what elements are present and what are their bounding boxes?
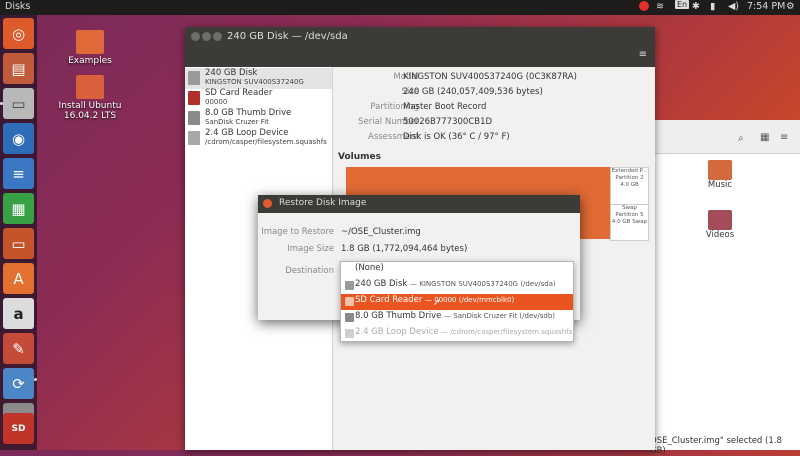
device-item-thumb-drive[interactable]: 8.0 GB Thumb Drive SanDisk Cruzer Fit [185, 108, 332, 129]
writer-icon[interactable]: ≡ [3, 158, 34, 189]
volume-swap-partition[interactable]: Swap Partition 5 4.0 GB Swap [610, 204, 649, 241]
status-text: OSE_Cluster.img" selected (1.8 GB) [650, 436, 782, 456]
dialog-titlebar: Restore Disk Image [258, 195, 580, 213]
close-icon[interactable] [263, 199, 272, 208]
size-value: 240 GB (240,057,409,536 bytes) [403, 87, 543, 97]
destination-option-240gb[interactable]: 240 GB Disk — KINGSTON SUV400S37240G (/d… [341, 278, 573, 294]
device-item-loop[interactable]: 2.4 GB Loop Device /cdrom/casper/filesys… [185, 128, 332, 149]
music-folder-icon [708, 160, 732, 180]
calc-icon[interactable]: ▦ [3, 193, 34, 224]
hard-disk-icon [345, 281, 354, 290]
menu-icon[interactable]: ≡ [639, 49, 647, 60]
volume-icon[interactable]: ◀) [728, 1, 739, 12]
bluetooth-icon[interactable]: ✱ [692, 1, 700, 12]
files-icon[interactable]: ▤ [3, 53, 34, 84]
files-window: ⌕ ▦ ≡ Music Videos OSE_Cluster.img" sele… [650, 120, 800, 456]
close-icon[interactable] [191, 32, 200, 41]
examples-desktop-icon[interactable]: Examples [60, 30, 120, 66]
impress-icon[interactable]: ▭ [3, 228, 34, 259]
loop-device-icon [188, 131, 200, 145]
system-settings-icon[interactable]: ✎ [3, 333, 34, 364]
search-icon[interactable]: ⌕ [738, 133, 744, 144]
top-panel: Disks ≋ En ✱ ▮ ◀) 7:54 PM ⚙ [0, 0, 800, 15]
image-size-label: Image Size [287, 244, 334, 254]
folder-icon [76, 30, 104, 54]
image-to-restore-label: Image to Restore [261, 227, 334, 237]
wifi-icon[interactable]: ≋ [656, 1, 664, 12]
software-center-icon[interactable]: A [3, 263, 34, 294]
image-to-restore-value[interactable]: ~/OSE_Cluster.img [341, 227, 421, 237]
model-value: KINGSTON SUV400S37240G (0C3K87RA) [403, 72, 577, 82]
maximize-icon[interactable] [213, 32, 222, 41]
gear-icon[interactable]: ⚙ [786, 1, 795, 12]
volumes-heading: Volumes [338, 152, 381, 162]
sd-card-icon [188, 91, 200, 105]
destination-option-sd-card[interactable]: SD Card Reader — 00000 (/dev/mmcblk0) ➚ [341, 294, 573, 310]
serial-value: 50026B777300CB1D [403, 117, 493, 127]
usb-drive-icon [345, 313, 354, 322]
partitioning-value: Master Boot Record [403, 102, 487, 112]
device-item-240gb[interactable]: 240 GB Disk KINGSTON SUV400S37240G [185, 68, 332, 89]
app-title: Disks [5, 1, 31, 12]
volume-extended-partition[interactable]: Extended P... Partition 2 4.0 GB [610, 167, 649, 205]
usb-drive-icon [188, 111, 200, 125]
destination-option-thumb-drive[interactable]: 8.0 GB Thumb Drive — SanDisk Cruzer Fit … [341, 310, 573, 326]
hard-disk-icon [188, 71, 200, 85]
install-ubuntu-desktop-icon[interactable]: Install Ubuntu 16.04.2 LTS [55, 75, 125, 121]
destination-option-none[interactable]: (None) [341, 262, 573, 278]
videos-folder[interactable]: Videos [700, 210, 740, 240]
destination-option-loop: 2.4 GB Loop Device — /cdrom/casper/files… [341, 326, 573, 342]
menu-icon[interactable]: ≡ [780, 132, 788, 143]
ubuntu-icon[interactable]: ◎ [3, 18, 34, 49]
minimize-icon[interactable] [202, 32, 211, 41]
window-title: 240 GB Disk — /dev/sda [227, 31, 348, 42]
clock[interactable]: 7:54 PM [747, 1, 785, 12]
launcher: ◎ ▤ ▭ ◉ ≡ ▦ ▭ A a ✎ ⟳ ▬ SD [0, 15, 37, 450]
keyboard-layout-indicator[interactable]: En [675, 0, 690, 9]
files-toolbar: ⌕ ▦ ≡ [650, 120, 800, 154]
mouse-cursor-icon: ➚ [433, 298, 441, 308]
loop-device-icon [345, 329, 354, 338]
firefox-icon[interactable]: ◉ [3, 123, 34, 154]
amazon-icon[interactable]: a [3, 298, 34, 329]
disks-icon[interactable]: ▭ [3, 88, 34, 119]
destination-label: Destination [285, 266, 334, 276]
videos-folder-icon [708, 210, 732, 230]
assessment-value: Disk is OK (36° C / 97° F) [403, 132, 510, 142]
update-icon[interactable]: ⟳ [3, 368, 34, 399]
dialog-title: Restore Disk Image [279, 198, 367, 208]
music-folder[interactable]: Music [700, 160, 740, 190]
image-size-value: 1.8 GB (1,772,094,464 bytes) [341, 244, 468, 254]
power-indicator-icon[interactable] [639, 1, 649, 11]
disks-titlebar: 240 GB Disk — /dev/sda ≡ [185, 27, 655, 67]
destination-dropdown[interactable]: (None) 240 GB Disk — KINGSTON SUV400S372… [340, 261, 574, 342]
sd-card-icon[interactable]: SD [3, 413, 34, 444]
sd-card-icon [345, 297, 354, 306]
grid-view-icon[interactable]: ▦ [760, 132, 769, 143]
device-item-sd-card[interactable]: SD Card Reader 00000 [185, 88, 332, 109]
battery-icon[interactable]: ▮ [710, 1, 715, 12]
installer-icon [76, 75, 104, 99]
